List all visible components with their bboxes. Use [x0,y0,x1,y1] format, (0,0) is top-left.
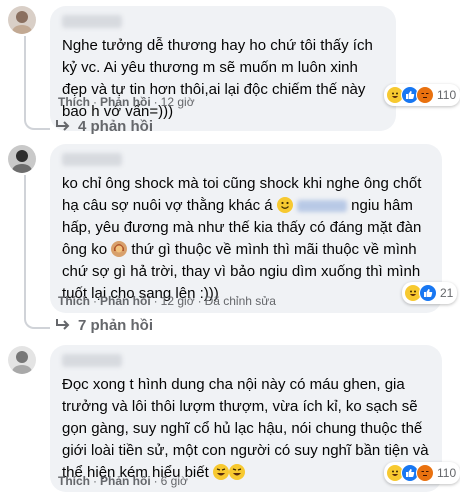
reply-link[interactable]: Phản hồi [100,294,151,308]
comment-actions: Thích · Phản hồi · 6 giờ [58,474,188,488]
like-link[interactable]: Thích [58,474,90,488]
reaction-summary[interactable]: 110 [384,84,460,106]
avatar[interactable] [8,145,36,173]
comment-text: Đọc xong t hình dung cha nội này có máu … [62,374,430,484]
comment-bubble: Nghe tưởng dễ thương hay ho chứ tôi thấy… [50,6,396,131]
comment-actions: Thích · Phản hồi · 12 giờ [58,95,195,109]
reply-link[interactable]: Phản hồi [100,95,151,109]
like-icon [419,284,437,302]
avatar[interactable] [8,6,36,34]
angry-icon [416,86,434,104]
author-name[interactable] [62,15,122,28]
reply-arrow-icon [56,118,70,135]
comment-actions: Thích · Phản hồi · 12 giờ · Đã chỉnh sửa [58,294,276,308]
reply-link[interactable]: Phản hồi [100,474,151,488]
reaction-count: 110 [437,466,457,480]
edited-label: Đã chỉnh sửa [204,294,276,308]
view-replies-button[interactable]: 4 phản hồi [56,118,153,135]
reaction-summary[interactable]: 110 [384,462,460,484]
rolling-laugh-emoji-icon [212,464,229,480]
author-name[interactable] [62,153,122,166]
comment-text: ko chỉ ông shock mà toi cũng shock khi n… [62,173,430,305]
like-link[interactable]: Thích [58,95,90,109]
avatar[interactable] [8,346,36,374]
replies-label: 7 phản hồi [78,317,153,334]
comment-bubble: ko chỉ ông shock mà toi cũng shock khi n… [50,144,442,313]
timestamp[interactable]: 12 giờ [161,294,195,308]
timestamp[interactable]: 6 giờ [161,474,188,488]
rolling-laugh-emoji-icon [228,464,245,480]
tagged-user-link[interactable] [296,200,347,213]
smile-emoji-icon [276,197,293,213]
replies-label: 4 phản hồi [78,118,153,135]
reply-arrow-icon [56,317,70,334]
reaction-summary[interactable]: 21 [402,282,458,304]
reaction-count: 110 [437,88,457,102]
reaction-count: 21 [440,286,454,300]
view-replies-button[interactable]: 7 phản hồi [56,317,153,334]
author-name[interactable] [62,354,122,367]
woman-shrug-emoji-icon [111,241,128,257]
like-link[interactable]: Thích [58,294,90,308]
thread-line [24,36,50,130]
comment-text: Nghe tưởng dễ thương hay ho chứ tôi thấy… [62,37,373,120]
timestamp[interactable]: 12 giờ [161,95,195,109]
comment-text-part: Đọc xong t hình dung cha nội này có máu … [62,376,429,481]
angry-icon [416,464,434,482]
thread-line [24,175,50,329]
